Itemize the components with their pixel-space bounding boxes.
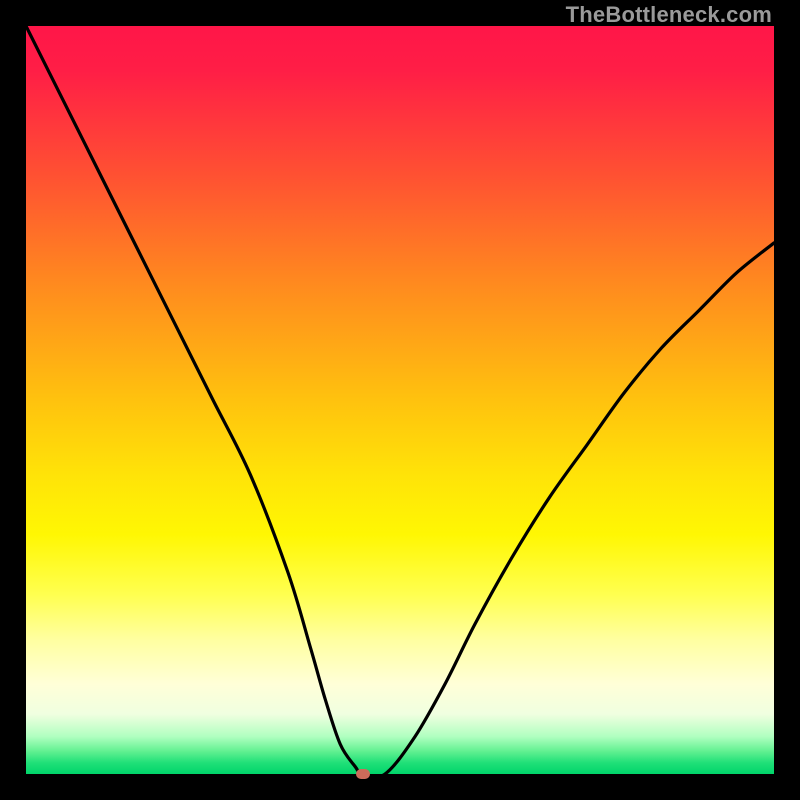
chart-frame: TheBottleneck.com (0, 0, 800, 800)
chart-plot-area (26, 26, 774, 774)
bottleneck-curve (26, 26, 774, 774)
optimum-marker (356, 769, 370, 779)
watermark-text: TheBottleneck.com (566, 2, 772, 28)
curve-path (26, 26, 774, 774)
